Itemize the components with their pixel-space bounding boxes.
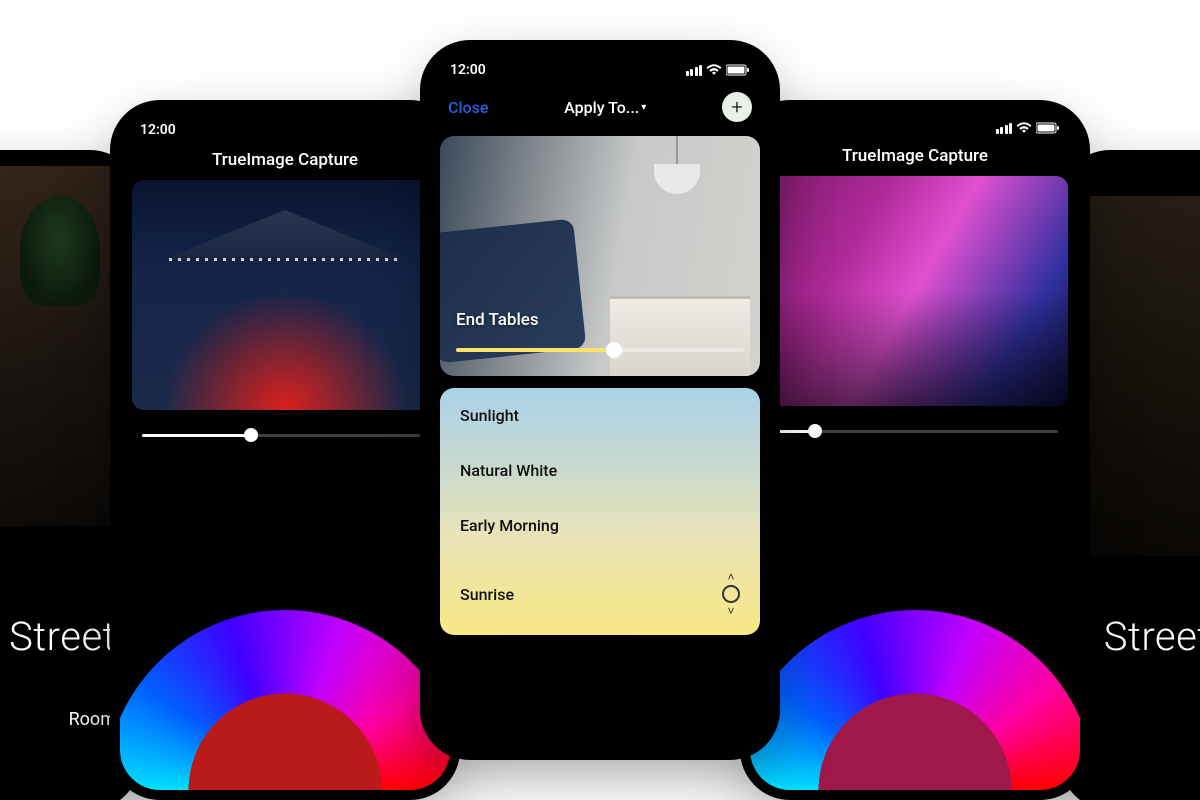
status-bar [750, 110, 1080, 140]
apply-to-label: Apply To... [564, 98, 639, 117]
cellular-signal-icon [686, 65, 703, 76]
capture-preview-image[interactable] [762, 176, 1068, 406]
chevron-down-icon[interactable]: ˅ [727, 605, 734, 617]
phone-far-left: anal Street Room [0, 160, 130, 800]
status-time: 12:00 [450, 62, 486, 78]
chevron-up-icon[interactable]: ˄ [727, 571, 734, 583]
slider-thumb[interactable] [808, 424, 822, 438]
brightness-slider[interactable] [772, 422, 1058, 442]
room-preview-image [0, 166, 120, 526]
preset-item[interactable]: Early Morning [440, 498, 760, 553]
preset-label: Natural White [460, 461, 557, 480]
selection-ring-icon [722, 585, 740, 603]
lamp-graphic [676, 136, 678, 166]
chevron-down-icon: ▾ [641, 102, 646, 113]
slider-thumb[interactable] [606, 342, 622, 358]
slider-thumb[interactable] [244, 428, 258, 442]
phone-showcase: anal Street Room 12:00 TrueImage Capture… [0, 0, 1200, 675]
close-button[interactable]: Close [448, 98, 488, 117]
table-graphic [610, 296, 750, 376]
preset-item[interactable]: Natural White [440, 443, 760, 498]
plus-icon: + [731, 95, 742, 119]
location-title: anal Street [0, 613, 116, 660]
white-presets-list: Sunlight Natural White Early Morning Sun… [440, 388, 760, 635]
preset-label: Early Morning [460, 516, 559, 535]
status-bar: 12:00 [120, 110, 450, 144]
brightness-slider[interactable] [142, 426, 428, 446]
preset-item[interactable]: Sunlight [440, 388, 760, 443]
wifi-icon [1016, 122, 1032, 134]
preset-label: Sunrise [460, 585, 514, 604]
header-bar: Close Apply To... ▾ + [430, 84, 770, 136]
room-preview-card[interactable]: End Tables [440, 136, 760, 376]
device-group-label: End Tables [456, 310, 539, 330]
preset-stepper[interactable]: ˄ ˅ [722, 571, 740, 617]
battery-icon [726, 64, 750, 76]
string-lights [169, 258, 402, 261]
status-bar: 12:00 [430, 50, 770, 84]
color-wheel[interactable] [120, 610, 450, 790]
wifi-icon [706, 64, 722, 76]
phone-mid-left: 12:00 TrueImage Capture [120, 110, 450, 790]
screen-title: TrueImage Capture [750, 140, 1080, 176]
add-button[interactable]: + [722, 92, 752, 122]
room-preview-image [1080, 196, 1200, 556]
decor-plant [20, 196, 100, 306]
status-bar [1070, 160, 1200, 190]
phone-far-right: l Street [1070, 160, 1200, 800]
phone-center: 12:00 Close Apply To... ▾ + [430, 50, 770, 750]
status-time: 12:00 [140, 122, 176, 138]
screen-title: TrueImage Capture [120, 144, 450, 180]
location-title: l Street [1084, 613, 1200, 660]
color-wheel[interactable] [750, 610, 1080, 790]
brightness-slider[interactable] [456, 348, 744, 352]
capture-preview-image[interactable] [132, 180, 438, 410]
apply-to-dropdown[interactable]: Apply To... ▾ [564, 98, 646, 117]
house-graphic [163, 210, 408, 260]
preset-label: Sunlight [460, 406, 519, 425]
preset-item[interactable]: Sunrise ˄ ˅ [440, 553, 760, 635]
phone-mid-right: TrueImage Capture [750, 110, 1080, 790]
battery-icon [1036, 122, 1060, 134]
room-label[interactable]: Room [69, 709, 116, 730]
slider-track [142, 434, 428, 437]
cellular-signal-icon [996, 123, 1013, 134]
